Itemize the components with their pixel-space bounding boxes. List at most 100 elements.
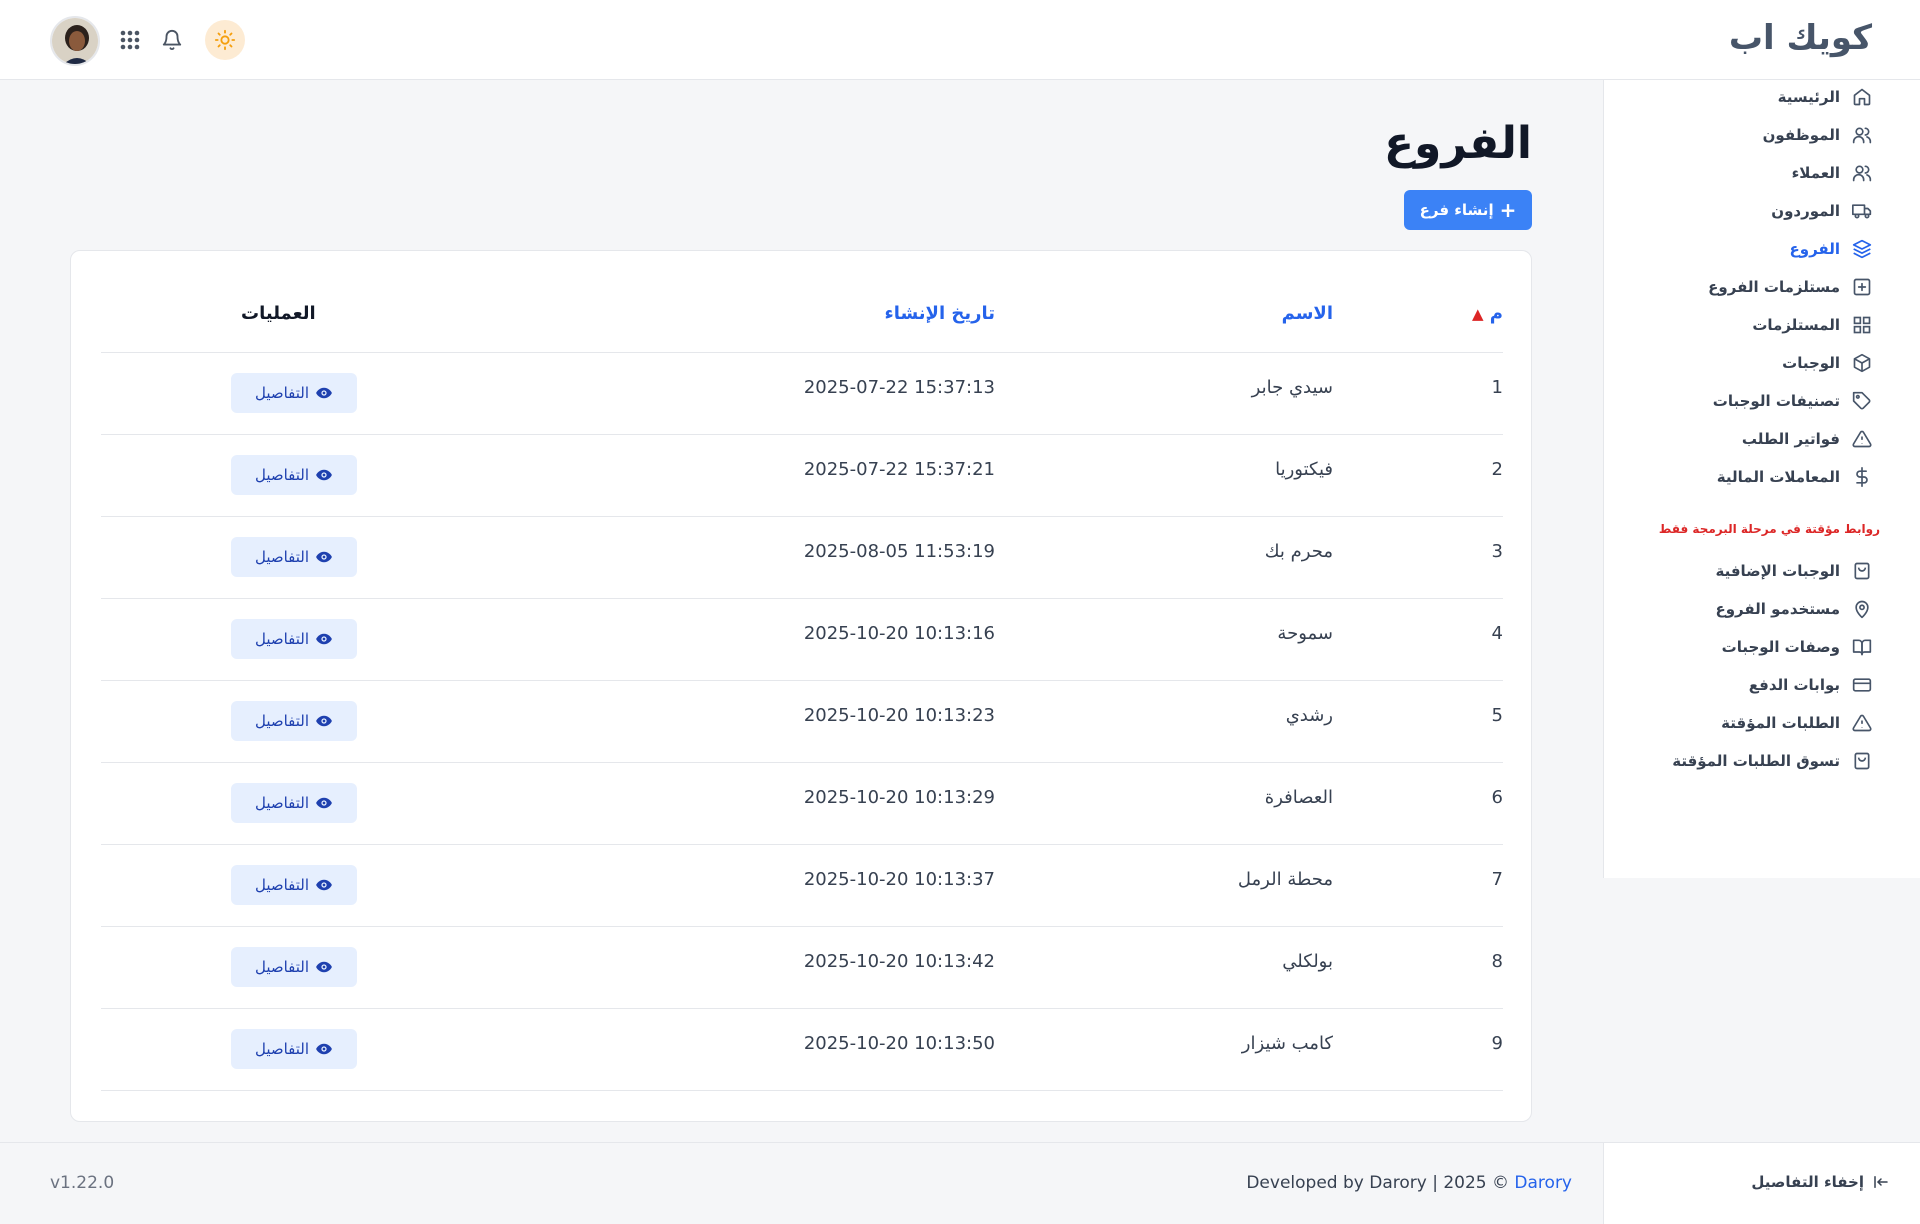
details-button[interactable]: التفاصيل xyxy=(231,783,357,823)
theme-toggle-sun-icon[interactable] xyxy=(205,20,245,60)
box-icon xyxy=(1853,353,1871,373)
users-icon xyxy=(1852,127,1872,144)
details-label: التفاصيل xyxy=(254,548,310,566)
footer-credit: Developed by Darory | 2025 © Darory xyxy=(1246,1173,1572,1193)
row-name: محطة الرمل xyxy=(1237,869,1333,890)
row-name: سموحة xyxy=(1277,623,1333,644)
credit-text: Developed by Darory | 2025 © xyxy=(1246,1173,1515,1193)
table-row: 6 العصافرة 2025-10-20 10:13:29 التفاصيل xyxy=(101,763,1503,845)
credit-link[interactable]: Darory xyxy=(1514,1173,1572,1193)
user-avatar[interactable] xyxy=(50,16,100,66)
row-name: سيدي جابر xyxy=(1251,377,1333,398)
create-branch-label: إنشاء فرع xyxy=(1419,201,1494,219)
sidebar-item-label: العملاء xyxy=(1791,164,1840,182)
sidebar-item-label: مستخدمو الفروع xyxy=(1715,600,1840,618)
page-title: الفروع xyxy=(1383,118,1532,169)
row-name: كامب شيزار xyxy=(1241,1033,1333,1054)
row-date: 2025-08-05 11:53:19 xyxy=(803,541,995,562)
hide-details-button[interactable]: إخفاء التفاصيل xyxy=(1751,1173,1890,1191)
details-label: التفاصيل xyxy=(254,794,310,812)
sidebar-item-label: الموردون xyxy=(1771,202,1840,220)
column-header-actions: العمليات xyxy=(241,303,316,324)
map-pin-icon xyxy=(1855,600,1869,619)
sidebar-item-meal-categories[interactable]: تصنيفات الوجبات xyxy=(1713,387,1872,415)
row-date: 2025-10-20 10:13:50 xyxy=(803,1033,995,1054)
row-date: 2025-10-20 10:13:29 xyxy=(803,787,995,808)
sidebar-item-branches[interactable]: الفروع xyxy=(1790,235,1872,263)
table-row: 2 فيكتوريا 2025-07-22 15:37:21 التفاصيل xyxy=(101,435,1503,517)
eye-icon xyxy=(316,633,332,645)
sidebar-item-suppliers[interactable]: الموردون xyxy=(1771,197,1872,225)
details-button[interactable]: التفاصيل xyxy=(231,373,357,413)
details-label: التفاصيل xyxy=(254,1040,310,1058)
sidebar-item-label: الوجبات الإضافية xyxy=(1715,562,1840,580)
column-header-name[interactable]: الاسم xyxy=(1282,303,1333,324)
sidebar-item-supplies[interactable]: المستلزمات xyxy=(1752,311,1872,339)
home-icon xyxy=(1853,88,1871,106)
footer: v1.22.0 Developed by Darory | 2025 © Dar… xyxy=(0,1142,1920,1224)
column-header-created[interactable]: تاريخ الإنشاء xyxy=(885,303,996,324)
sidebar-item-branch-users[interactable]: مستخدمو الفروع xyxy=(1715,595,1872,623)
details-button[interactable]: التفاصيل xyxy=(231,619,357,659)
table-row: 1 سيدي جابر 2025-07-22 15:37:13 التفاصيل xyxy=(101,353,1503,435)
sidebar-item-meals[interactable]: الوجبات xyxy=(1782,349,1872,377)
row-index: 8 xyxy=(1491,951,1503,972)
layers-icon xyxy=(1852,239,1872,259)
details-button[interactable]: التفاصيل xyxy=(231,1029,357,1069)
table-row: 4 سموحة 2025-10-20 10:13:16 التفاصيل xyxy=(101,599,1503,681)
sidebar-item-label: الموظفون xyxy=(1762,126,1840,144)
details-button[interactable]: التفاصيل xyxy=(231,947,357,987)
sidebar-item-employees[interactable]: الموظفون xyxy=(1763,121,1872,149)
row-date: 2025-10-20 10:13:37 xyxy=(803,869,995,890)
sidebar-item-order-invoices[interactable]: فواتير الطلب xyxy=(1742,425,1872,453)
branches-table-card: ▲ م الاسم تاريخ الإنشاء العمليات 1 سيدي … xyxy=(70,250,1532,1122)
apps-grid-icon[interactable] xyxy=(114,24,146,56)
sidebar-item-label: تصنيفات الوجبات xyxy=(1712,392,1840,410)
truck-icon xyxy=(1852,204,1872,219)
sidebar-item-customers[interactable]: العملاء xyxy=(1792,159,1872,187)
row-name: بولكلي xyxy=(1282,951,1333,972)
eye-icon xyxy=(316,715,332,727)
sidebar-item-label: الطلبات المؤقتة xyxy=(1721,714,1840,732)
sidebar-item-home[interactable]: الرئيسية xyxy=(1778,83,1872,111)
table-row: 8 بولكلي 2025-10-20 10:13:42 التفاصيل xyxy=(101,927,1503,1009)
row-name: فيكتوريا xyxy=(1275,459,1333,480)
details-label: التفاصيل xyxy=(254,876,310,894)
sidebar-item-temp-orders[interactable]: الطلبات المؤقتة xyxy=(1721,709,1872,737)
row-index: 9 xyxy=(1491,1033,1503,1054)
grid-icon xyxy=(1853,316,1871,334)
row-date: 2025-10-20 10:13:23 xyxy=(803,705,995,726)
details-button[interactable]: التفاصيل xyxy=(231,701,357,741)
plus-icon: + xyxy=(1499,198,1517,222)
row-index: 7 xyxy=(1491,869,1503,890)
sidebar-item-meal-recipes[interactable]: وصفات الوجبات xyxy=(1722,633,1872,661)
row-name: محرم بك xyxy=(1264,541,1333,562)
sidebar-item-branch-supplies[interactable]: مستلزمات الفروع xyxy=(1708,273,1872,301)
brand-logo[interactable]: كويك اب xyxy=(1729,18,1872,58)
eye-icon xyxy=(316,551,332,563)
sidebar: الرئيسية الموظفون العملاء الموردون الفرو… xyxy=(1603,80,1920,878)
row-index: 1 xyxy=(1491,377,1503,398)
details-button[interactable]: التفاصيل xyxy=(231,537,357,577)
row-index: 6 xyxy=(1491,787,1503,808)
table-row: 7 محطة الرمل 2025-10-20 10:13:37 التفاصي… xyxy=(101,845,1503,927)
sidebar-item-extra-meals[interactable]: الوجبات الإضافية xyxy=(1715,557,1872,585)
sidebar-item-label: الفروع xyxy=(1789,240,1840,258)
sidebar-item-label: المعاملات المالية xyxy=(1716,468,1840,486)
sidebar-item-temp-orders-shopping[interactable]: تسوق الطلبات المؤقتة xyxy=(1672,747,1872,775)
collapse-arrow-icon xyxy=(1874,1176,1888,1188)
column-header-index[interactable]: ▲ م xyxy=(1464,303,1503,324)
bell-icon[interactable] xyxy=(156,24,188,56)
eye-icon xyxy=(316,469,332,481)
details-label: التفاصيل xyxy=(254,630,310,648)
details-button[interactable]: التفاصيل xyxy=(231,455,357,495)
details-button[interactable]: التفاصيل xyxy=(231,865,357,905)
row-index: 5 xyxy=(1491,705,1503,726)
create-branch-button[interactable]: + إنشاء فرع xyxy=(1404,190,1532,230)
table-row: 9 كامب شيزار 2025-10-20 10:13:50 التفاصي… xyxy=(101,1009,1503,1091)
sidebar-item-financial-transactions[interactable]: المعاملات المالية xyxy=(1717,463,1872,491)
footer-sidebar-section: إخفاء التفاصيل xyxy=(1603,1143,1920,1224)
users-icon xyxy=(1852,165,1872,182)
sidebar-item-payment-gateways[interactable]: بوابات الدفع xyxy=(1749,671,1872,699)
top-header: كويك اب xyxy=(0,0,1920,80)
